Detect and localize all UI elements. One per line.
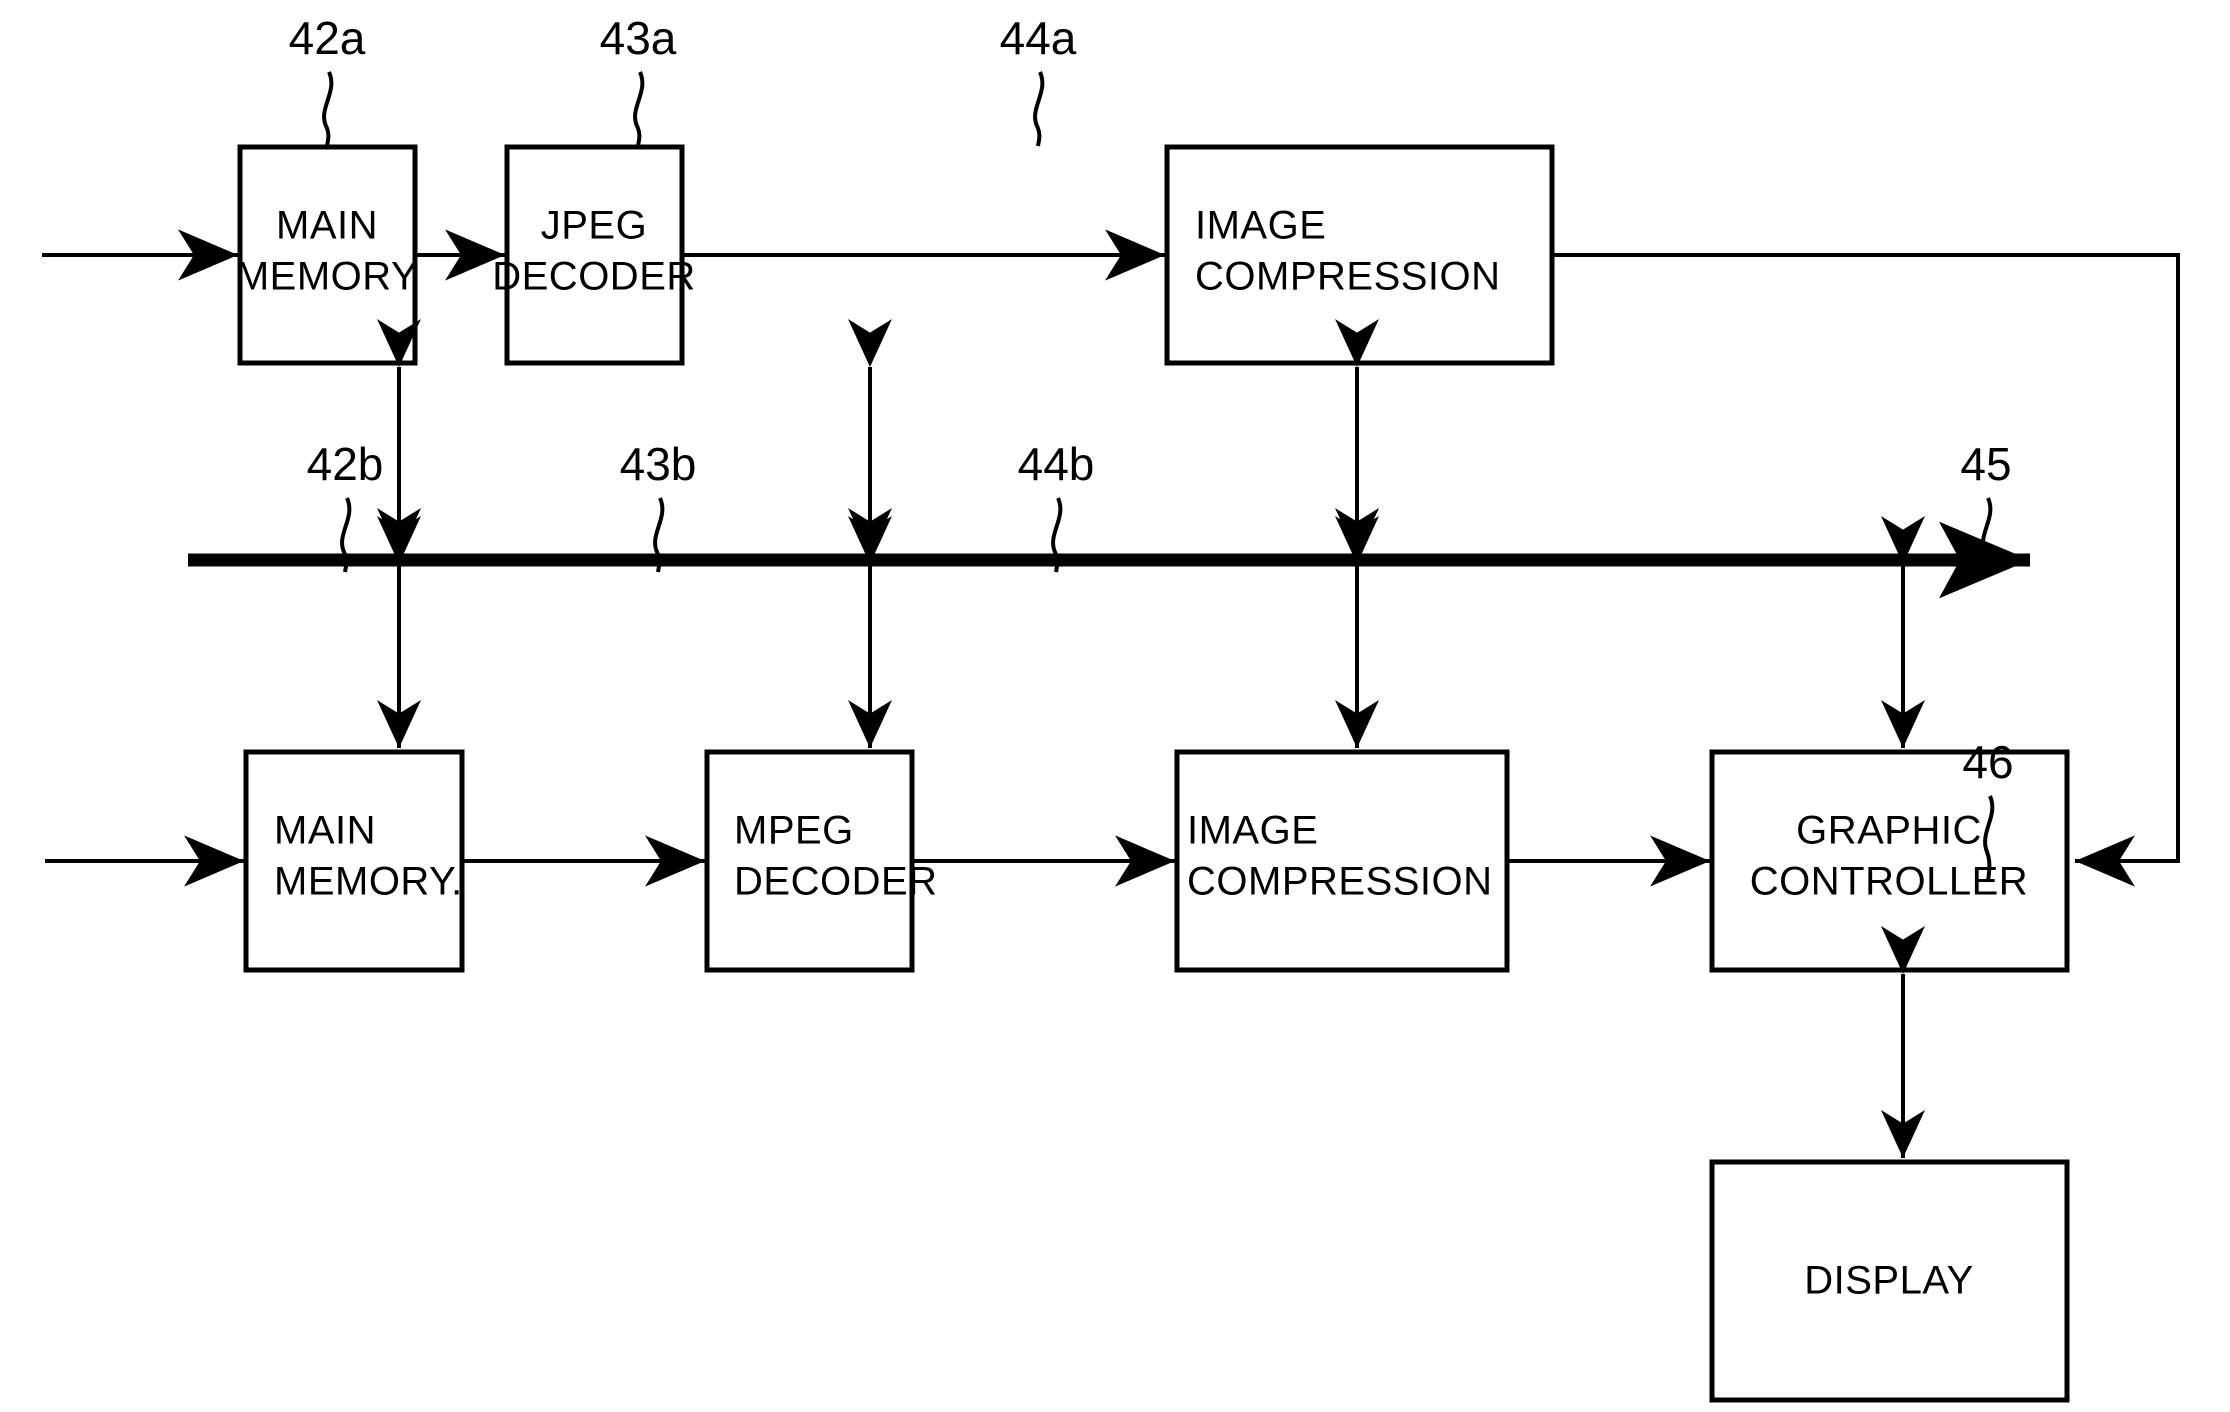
block-43a-line1: JPEG [541,204,647,248]
ref-label-42b: 42b [307,438,384,490]
block-44b-line1: IMAGE [1187,809,1318,853]
ref-label-46: 46 [1962,736,2013,788]
block-46-line1: DISPLAY [1804,1259,1974,1303]
block-43b-mpeg-decoder[interactable]: MPEG DECODER [704,749,938,973]
block-42a-line1: MAIN [276,204,378,248]
block-diagram-svg: MAIN MEMORY JPEG DECODER IMAGE COMPRESSI… [42,12,2180,1403]
block-44b-image-compression[interactable]: IMAGE COMPRESSION [1174,749,1510,973]
block-43b-line2: DECODER [734,860,938,904]
figure-canvas: MAIN MEMORY JPEG DECODER IMAGE COMPRESSI… [0,0,2230,1412]
block-42b-line2: MEMORY. [274,860,463,904]
leader-43a [633,71,645,147]
leader-44a [1033,71,1045,147]
block-44a-line1: IMAGE [1195,204,1326,248]
ref-label-44a: 44a [1000,12,1077,64]
block-44a-line2: COMPRESSION [1195,255,1501,299]
block-45-graphic-controller[interactable]: GRAPHIC CONTROLLER [1709,749,2070,973]
ref-label-42a: 42a [289,12,366,64]
leader-42a [322,71,334,147]
block-42a-line2: MEMORY [236,255,418,299]
block-45-line1: GRAPHIC [1796,809,1982,853]
block-43a-jpeg-decoder[interactable]: JPEG DECODER [492,144,696,366]
block-42b-main-memory[interactable]: MAIN MEMORY. [243,749,465,973]
block-43a-line2: DECODER [492,255,696,299]
ref-label-44b: 44b [1018,438,1095,490]
block-42a-main-memory[interactable]: MAIN MEMORY [236,144,418,366]
ref-label-43a: 43a [600,12,677,64]
block-44a-image-compression[interactable]: IMAGE COMPRESSION [1164,144,1555,366]
block-44b-line2: COMPRESSION [1187,860,1493,904]
ref-label-45: 45 [1960,438,2011,490]
block-42b-line1: MAIN [274,809,376,853]
block-43b-line1: MPEG [734,809,854,853]
block-46-display[interactable]: DISPLAY [1709,1159,2070,1403]
ref-label-43b: 43b [620,438,697,490]
